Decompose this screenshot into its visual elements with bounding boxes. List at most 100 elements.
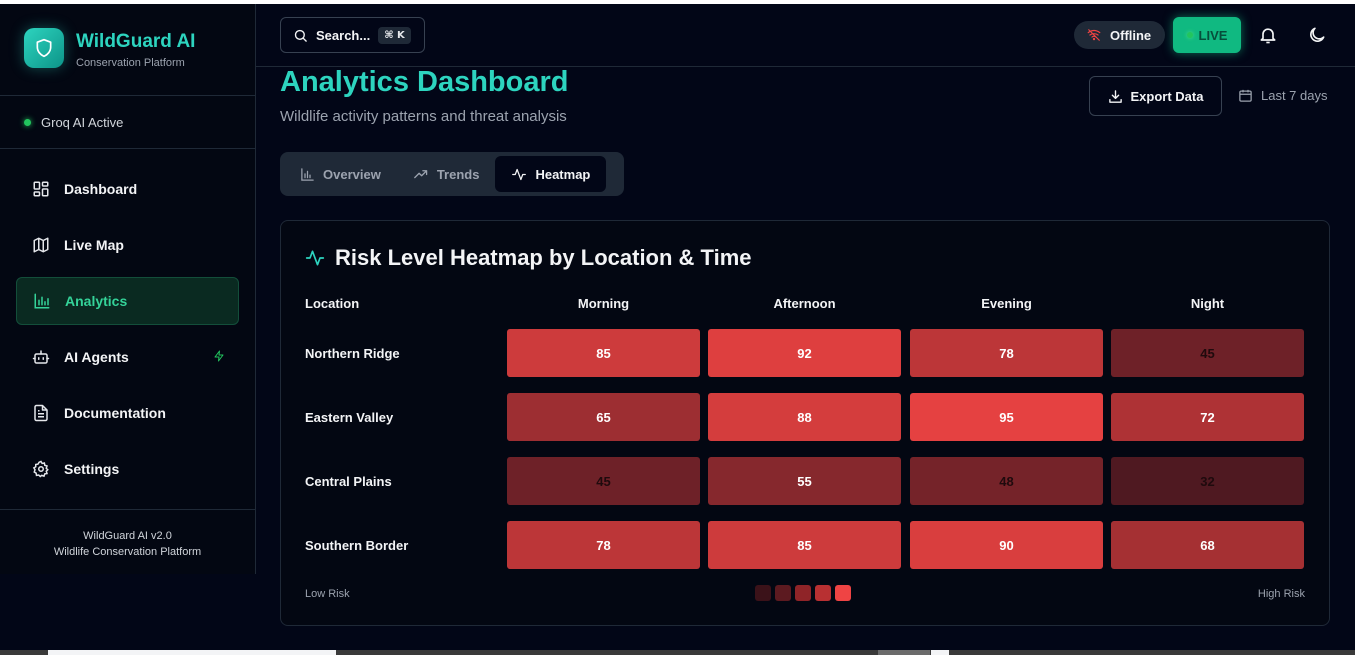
live-label: LIVE (1198, 27, 1228, 43)
tab-overview[interactable]: Overview (284, 156, 397, 192)
sidebar-footer: WildGuard AI v2.0 Wildlife Conservation … (0, 509, 255, 560)
export-label: Export Data (1130, 88, 1204, 104)
sidebar: WildGuard AI Conservation Platform Groq … (0, 4, 256, 574)
bar-chart-icon (301, 167, 314, 181)
tab-heatmap[interactable]: Heatmap (495, 156, 607, 192)
legend-swatch (795, 585, 811, 601)
row-label-central-plains: Central Plains (305, 474, 392, 489)
version-text: WildGuard AI v2.0 (83, 530, 172, 542)
bell-icon[interactable] (1258, 25, 1278, 50)
sidebar-nav: Dashboard Live Map Analytics AI Agents D… (0, 149, 255, 493)
heatmap-cell[interactable]: 72 (1111, 393, 1304, 441)
tab-label: Heatmap (535, 166, 591, 182)
sidebar-item-label: Settings (64, 461, 120, 477)
sidebar-item-dashboard[interactable]: Dashboard (16, 165, 239, 213)
activity-icon (305, 250, 325, 266)
offline-label: Offline (1110, 27, 1152, 43)
search-label: Search... (316, 27, 371, 43)
heatmap-cell[interactable]: 92 (708, 329, 901, 377)
layout-grid-icon (33, 181, 49, 197)
heatmap-cell[interactable]: 45 (1111, 329, 1304, 377)
ai-status: Groq AI Active (0, 96, 255, 149)
brand: WildGuard AI Conservation Platform (0, 4, 255, 96)
gear-icon (32, 460, 49, 478)
trending-up-icon (413, 169, 428, 178)
status-dot-icon (24, 118, 31, 126)
date-range-label: Last 7 days (1261, 88, 1328, 103)
legend-low-label: Low Risk (305, 588, 350, 600)
topbar: Search... ⌘ K Offline LIVE (256, 4, 1355, 67)
legend-swatch (775, 585, 791, 601)
tab-label: Trends (436, 166, 480, 182)
tab-trends[interactable]: Trends (397, 156, 496, 192)
live-toggle[interactable]: LIVE (1173, 17, 1241, 53)
heatmap-cell[interactable]: 68 (1111, 521, 1304, 569)
heatmap-title: Risk Level Heatmap by Location & Time (305, 245, 752, 271)
row-label-eastern-valley: Eastern Valley (305, 410, 394, 425)
heatmap-cell[interactable]: 32 (1111, 457, 1304, 505)
date-range-selector[interactable]: Last 7 days (1238, 88, 1328, 103)
activity-icon (512, 168, 527, 180)
bar-chart-icon (34, 293, 50, 309)
moon-icon[interactable] (1307, 25, 1327, 50)
search-button[interactable]: Search... ⌘ K (280, 17, 425, 53)
live-dot-icon (1186, 32, 1193, 38)
sidebar-item-label: Dashboard (64, 181, 138, 197)
bot-icon (32, 350, 50, 364)
legend-swatch (835, 585, 851, 601)
brand-subtitle: Conservation Platform (76, 57, 185, 69)
search-icon (294, 29, 307, 42)
heatmap-cell[interactable]: 95 (910, 393, 1103, 441)
risk-legend (755, 585, 851, 601)
ai-status-label: Groq AI Active (41, 114, 124, 130)
column-header-morning: Morning (577, 296, 630, 311)
legend-swatch (815, 585, 831, 601)
location-column-header: Location (305, 296, 360, 311)
search-shortcut: ⌘ K (378, 26, 411, 44)
heatmap-cell[interactable]: 85 (708, 521, 901, 569)
sidebar-item-label: Documentation (64, 405, 166, 421)
legend-high-label: High Risk (1257, 588, 1305, 600)
sidebar-item-ai-agents[interactable]: AI Agents (16, 333, 239, 381)
heatmap-card: Risk Level Heatmap by Location & Time Lo… (280, 220, 1330, 626)
heatmap-title-text: Risk Level Heatmap by Location & Time (335, 245, 752, 270)
heatmap-cell[interactable]: 45 (507, 457, 700, 505)
tab-label: Overview (323, 166, 381, 182)
sidebar-item-live-map[interactable]: Live Map (16, 221, 239, 269)
heatmap-cell[interactable]: 90 (910, 521, 1103, 569)
zap-icon (213, 349, 225, 366)
offline-badge[interactable]: Offline (1074, 21, 1165, 49)
column-header-afternoon: Afternoon (773, 296, 836, 311)
sidebar-item-documentation[interactable]: Documentation (16, 389, 239, 437)
column-header-night: Night (1190, 296, 1225, 311)
page-subtitle: Wildlife activity patterns and threat an… (280, 108, 567, 125)
heatmap-cell[interactable]: 78 (910, 329, 1103, 377)
analytics-tabs: Overview Trends Heatmap (280, 152, 624, 196)
brand-title: WildGuard AI (76, 31, 196, 52)
row-label-southern-border: Southern Border (305, 538, 409, 553)
sidebar-item-settings[interactable]: Settings (16, 445, 239, 493)
heatmap-cell[interactable]: 48 (910, 457, 1103, 505)
calendar-icon (1239, 89, 1252, 102)
download-icon (1108, 89, 1122, 103)
map-icon (33, 237, 49, 253)
platform-text: Wildlife Conservation Platform (53, 546, 202, 558)
heatmap-cell[interactable]: 88 (708, 393, 901, 441)
sidebar-item-label: AI Agents (64, 349, 129, 365)
file-text-icon (34, 404, 48, 422)
legend-swatch (755, 585, 771, 601)
heatmap-cell[interactable]: 85 (507, 329, 700, 377)
wifi-off-icon (1087, 29, 1101, 41)
window-bottom-edge (0, 650, 1355, 655)
heatmap-cell[interactable]: 78 (507, 521, 700, 569)
page-title: Analytics Dashboard (280, 66, 569, 98)
sidebar-item-label: Analytics (65, 293, 128, 309)
sidebar-item-analytics[interactable]: Analytics (16, 277, 239, 325)
heatmap-cell[interactable]: 55 (708, 457, 901, 505)
row-label-northern-ridge: Northern Ridge (305, 346, 400, 361)
export-data-button[interactable]: Export Data (1089, 76, 1222, 116)
column-header-evening: Evening (981, 296, 1032, 311)
sidebar-item-label: Live Map (64, 237, 124, 253)
shield-logo-icon (24, 28, 64, 68)
heatmap-cell[interactable]: 65 (507, 393, 700, 441)
